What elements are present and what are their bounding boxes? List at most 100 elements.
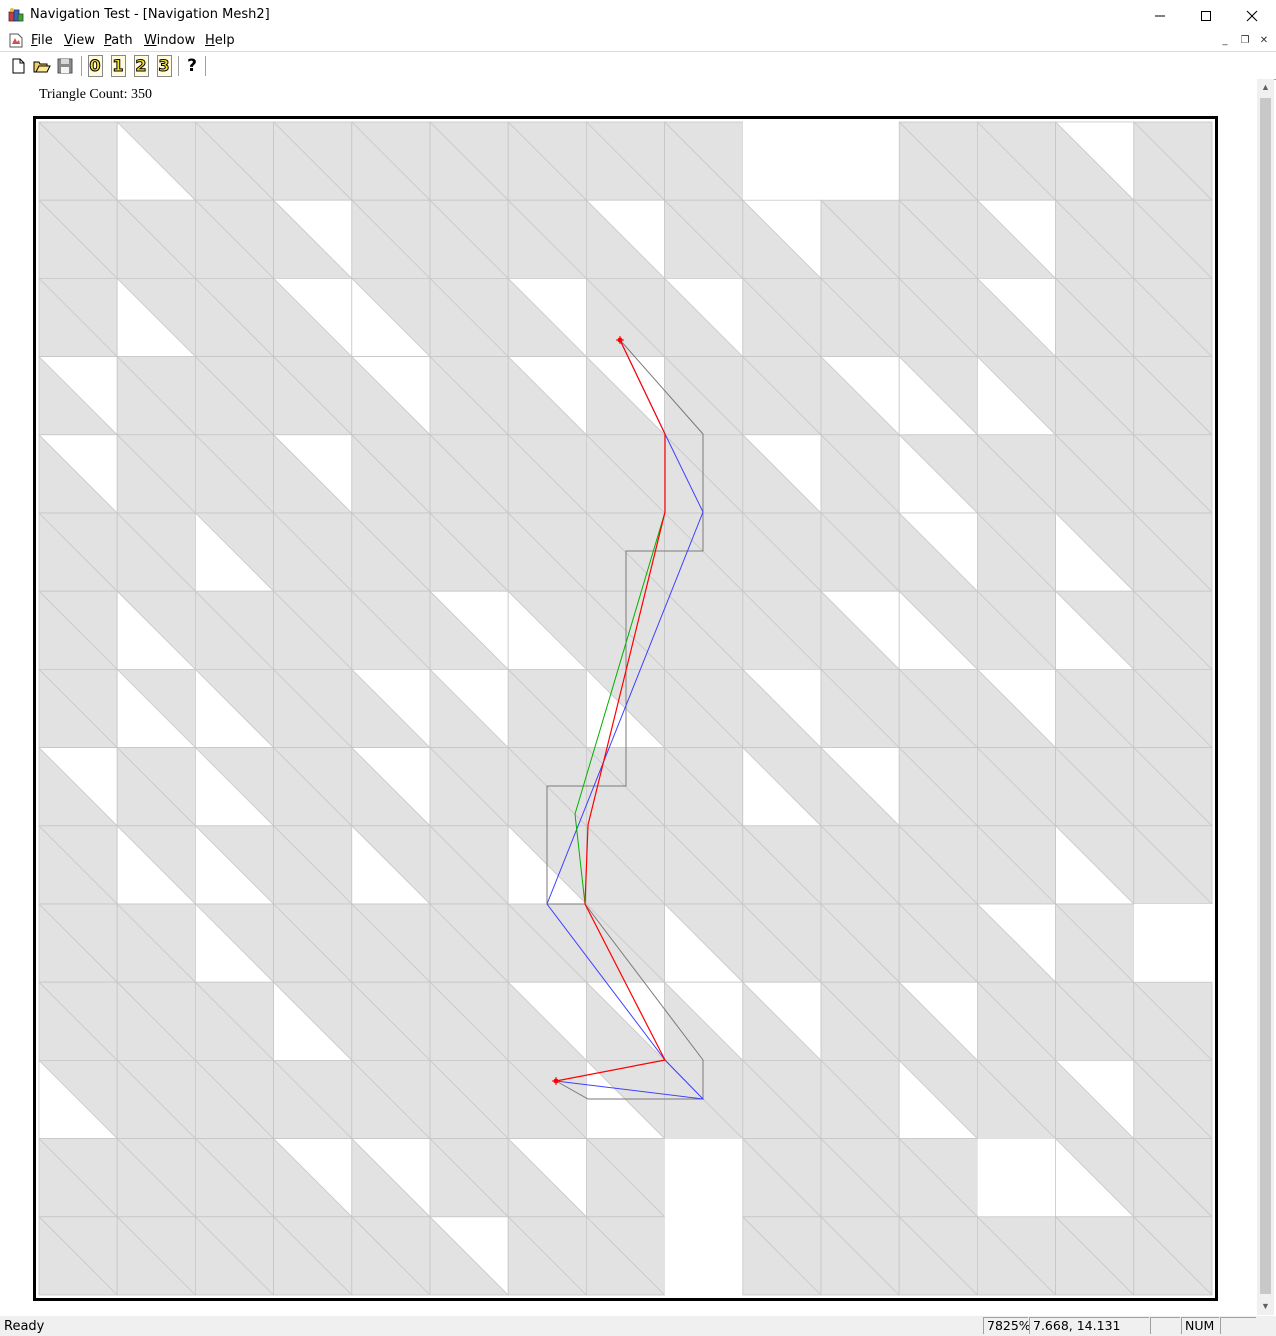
mesh-cell <box>898 590 978 670</box>
mesh-cell <box>898 512 978 592</box>
mesh-cell <box>820 1138 900 1218</box>
mesh-cell <box>742 434 822 514</box>
mesh-cell <box>586 199 666 279</box>
mesh-cell <box>586 121 666 201</box>
mesh-cell <box>194 825 274 905</box>
mesh-cell <box>742 981 822 1061</box>
mesh-cell <box>351 1216 431 1296</box>
help-button[interactable]: ? <box>181 55 203 77</box>
mesh-cell <box>820 434 900 514</box>
vertical-scrollbar[interactable]: ▲ ▼ <box>1257 79 1274 1315</box>
mesh-cell <box>194 1060 274 1140</box>
mesh-cell <box>38 903 118 983</box>
mesh-cell <box>1055 121 1135 201</box>
mesh-cell <box>116 1138 196 1218</box>
scroll-down-icon[interactable]: ▼ <box>1257 1298 1274 1315</box>
mesh-cell <box>273 121 353 201</box>
mesh-cell <box>1133 1138 1213 1218</box>
mesh-cell <box>38 434 118 514</box>
mesh-cell <box>742 356 822 436</box>
maximize-button[interactable] <box>1183 0 1229 31</box>
mesh-cell <box>977 356 1057 436</box>
mesh-cell <box>1133 434 1213 514</box>
mesh-cell <box>429 277 509 357</box>
menu-help[interactable]: Help <box>205 33 235 48</box>
status-bar: Ready 7825% 7.668, 14.131 NUM <box>0 1316 1276 1336</box>
mesh-cell <box>351 1060 431 1140</box>
mesh-cell <box>820 356 900 436</box>
mesh-cell <box>116 277 196 357</box>
client-area: Triangle Count: 350 <box>0 79 1257 1315</box>
mesh-cell <box>429 356 509 436</box>
toolbar-separator <box>81 56 82 76</box>
scroll-thumb[interactable] <box>1260 98 1271 1294</box>
toolbar-button-1[interactable]: 1 <box>107 55 129 77</box>
mesh-cell <box>1055 1216 1135 1296</box>
mesh-cell <box>507 981 587 1061</box>
mesh-cell <box>116 981 196 1061</box>
mesh-cell <box>351 669 431 749</box>
close-button[interactable] <box>1229 0 1275 31</box>
number-3-icon: 3 <box>156 55 172 77</box>
toolbar-button-2[interactable]: 2 <box>130 55 152 77</box>
mesh-cell <box>664 199 744 279</box>
menu-file[interactable]: File <box>31 33 53 48</box>
mesh-cell <box>742 669 822 749</box>
mesh-cell <box>507 1060 587 1140</box>
minimize-button[interactable] <box>1137 0 1183 31</box>
mesh-cell <box>273 512 353 592</box>
mdi-close-button[interactable]: ✕ <box>1257 35 1271 47</box>
mesh-cell <box>194 1138 274 1218</box>
mesh-cell <box>898 747 978 827</box>
mesh-cell <box>1055 669 1135 749</box>
mesh-cell <box>664 903 744 983</box>
mesh-cell <box>820 747 900 827</box>
navigation-mesh-canvas[interactable] <box>33 116 1218 1301</box>
mesh-cell <box>664 825 744 905</box>
mdi-minimize-button[interactable]: _ <box>1218 35 1232 47</box>
mesh-cell <box>977 1216 1057 1296</box>
mesh-cell <box>38 669 118 749</box>
toolbar-button-3[interactable]: 3 <box>153 55 175 77</box>
mesh-cell <box>351 825 431 905</box>
mesh-cell <box>742 512 822 592</box>
mesh-cell <box>742 277 822 357</box>
mesh-cell <box>586 356 666 436</box>
mesh-cell <box>116 825 196 905</box>
menu-view[interactable]: View <box>64 33 95 48</box>
toolbar-button-0[interactable]: 0 <box>84 55 106 77</box>
mesh-cell <box>898 825 978 905</box>
open-button[interactable] <box>31 55 53 77</box>
mesh-cell <box>898 1216 978 1296</box>
mesh-cell <box>351 277 431 357</box>
scroll-up-icon[interactable]: ▲ <box>1257 79 1274 96</box>
mesh-cell <box>742 747 822 827</box>
mesh-cell <box>664 434 744 514</box>
mesh-cell <box>194 669 274 749</box>
number-1-icon: 1 <box>110 55 126 77</box>
toolbar: 0 1 2 3 ? <box>0 51 1276 80</box>
mesh-cell <box>116 747 196 827</box>
mesh-cell <box>977 1138 1056 1217</box>
mesh-cell <box>273 903 353 983</box>
mesh-cell <box>273 981 353 1061</box>
menu-path[interactable]: Path <box>104 33 133 48</box>
mesh-cell <box>116 1216 196 1296</box>
mesh-cell <box>507 1138 587 1218</box>
mesh-cell <box>977 669 1057 749</box>
mesh-cell <box>116 356 196 436</box>
document-icon[interactable] <box>9 33 23 48</box>
app-icon[interactable] <box>8 7 24 23</box>
menu-window[interactable]: Window <box>144 33 195 48</box>
mdi-restore-button[interactable]: ❐ <box>1238 35 1252 47</box>
save-button[interactable] <box>54 55 76 77</box>
status-zoom: 7825% <box>983 1317 1031 1334</box>
mesh-cell <box>1055 825 1135 905</box>
new-button[interactable] <box>8 55 30 77</box>
save-disk-icon <box>57 58 73 74</box>
mesh-cell <box>1133 199 1213 279</box>
mesh-cell <box>977 199 1057 279</box>
status-text: Ready <box>4 1319 45 1334</box>
mesh-cell <box>820 277 900 357</box>
mesh-cell <box>664 590 744 670</box>
